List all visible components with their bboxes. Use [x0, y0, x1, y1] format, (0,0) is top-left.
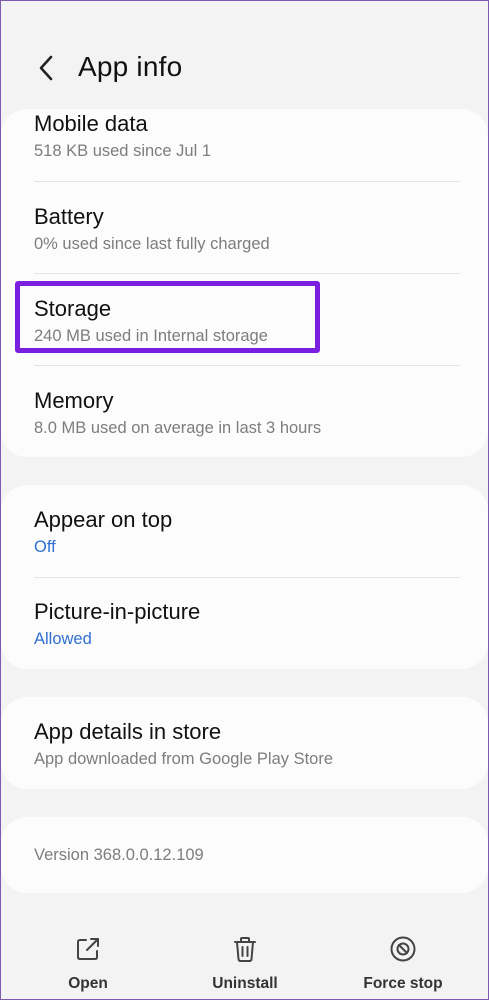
- item-title: App details in store: [34, 719, 222, 744]
- version-card: Version 368.0.0.12.109: [1, 817, 488, 893]
- trash-icon: [234, 937, 256, 962]
- memory-item[interactable]: Memory 8.0 MB used on average in last 3 …: [34, 388, 460, 439]
- item-subtitle: 8.0 MB used on average in last 3 hours: [34, 419, 322, 437]
- item-subtitle: 0% used since last fully charged: [34, 235, 270, 253]
- appear-on-top-item[interactable]: Appear on top Off: [34, 507, 460, 558]
- divider: [34, 273, 460, 274]
- open-label: Open: [68, 975, 108, 992]
- version-row: Version 368.0.0.12.109: [34, 844, 460, 866]
- permissions-card: Appear on top Off Picture-in-picture All…: [1, 485, 488, 669]
- force-stop-label: Force stop: [363, 975, 443, 992]
- force-stop-button[interactable]: Force stop: [338, 911, 468, 993]
- picture-in-picture-item[interactable]: Picture-in-picture Allowed: [34, 599, 460, 650]
- open-button[interactable]: Open: [23, 911, 153, 993]
- item-title: Picture-in-picture: [34, 599, 201, 624]
- item-title: Appear on top: [34, 507, 173, 532]
- open-external-icon: [77, 938, 99, 960]
- bottom-action-bar: Open Uninstall Force stop: [1, 911, 488, 999]
- version-text: Version 368.0.0.12.109: [34, 846, 204, 864]
- item-value: Allowed: [34, 630, 92, 648]
- item-title: Memory: [34, 388, 114, 413]
- divider: [34, 577, 460, 578]
- stop-circle-icon: [390, 936, 416, 962]
- item-subtitle: 518 KB used since Jul 1: [34, 142, 212, 160]
- storage-highlight-box: [15, 281, 320, 353]
- item-title: Mobile data: [34, 111, 148, 136]
- page-title: App info: [78, 51, 183, 82]
- app-details-in-store-item[interactable]: App details in store App downloaded from…: [34, 719, 460, 770]
- divider: [34, 365, 460, 366]
- battery-item[interactable]: Battery 0% used since last fully charged: [34, 204, 460, 255]
- mobile-data-item[interactable]: Mobile data 518 KB used since Jul 1: [34, 111, 460, 162]
- item-title: Battery: [34, 204, 104, 229]
- item-subtitle: App downloaded from Google Play Store: [34, 750, 334, 768]
- store-card: App details in store App downloaded from…: [1, 697, 488, 789]
- divider: [34, 181, 460, 182]
- uninstall-button[interactable]: Uninstall: [180, 911, 310, 993]
- back-button[interactable]: [29, 49, 63, 87]
- uninstall-label: Uninstall: [212, 975, 278, 992]
- chevron-left-icon: [39, 55, 53, 81]
- app-bar: App info: [1, 1, 488, 105]
- item-value: Off: [34, 538, 56, 556]
